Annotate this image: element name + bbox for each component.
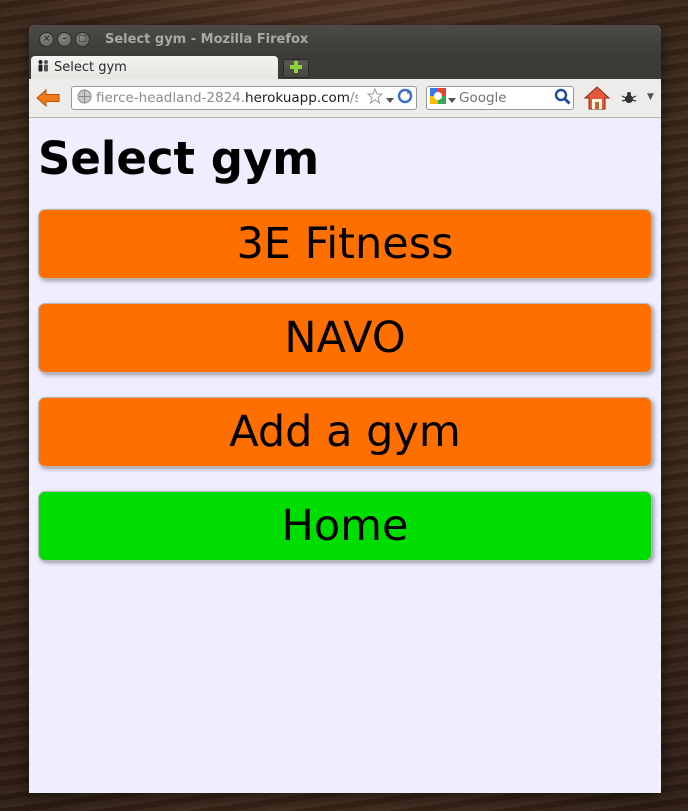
tab-label: Select gym	[54, 60, 127, 75]
globe-icon	[77, 89, 92, 108]
browser-window: × – □ Select gym - Mozilla Firefox Selec…	[29, 25, 661, 793]
url-path: /s	[349, 90, 358, 106]
tab-strip: Select gym	[29, 55, 661, 79]
bookmark-star-icon[interactable]	[366, 87, 384, 108]
new-tab-button[interactable]	[283, 59, 309, 78]
search-bar[interactable]	[426, 86, 574, 110]
reload-icon[interactable]	[397, 88, 413, 108]
people-favicon-icon	[36, 58, 50, 77]
engine-dropdown-icon	[448, 89, 456, 108]
google-icon	[430, 88, 446, 108]
gym-button-3e-fitness[interactable]: 3E Fitness	[38, 209, 652, 279]
navigation-toolbar: fierce-headland-2824.herokuapp.com/s	[29, 79, 661, 118]
toolbar-menu-chevron-icon[interactable]: ▼	[647, 92, 654, 102]
maximize-window-button[interactable]: □	[75, 32, 90, 47]
home-icon	[583, 86, 611, 115]
plus-icon	[289, 59, 303, 78]
history-dropdown-icon[interactable]	[386, 89, 394, 108]
page-content: Select gym 3E Fitness NAVO Add a gym Hom…	[29, 119, 661, 793]
addon-bug-icon	[620, 90, 638, 109]
addon-button[interactable]	[620, 90, 638, 109]
url-bar[interactable]: fierce-headland-2824.herokuapp.com/s	[71, 86, 417, 110]
window-controls: × – □	[39, 32, 90, 47]
back-arrow-icon	[35, 88, 61, 112]
url-host: herokuapp.com	[245, 90, 350, 106]
titlebar[interactable]: × – □ Select gym - Mozilla Firefox	[29, 25, 661, 55]
minimize-window-button[interactable]: –	[57, 32, 72, 47]
add-gym-button[interactable]: Add a gym	[38, 397, 652, 467]
page-title: Select gym	[38, 132, 320, 185]
tab-select-gym[interactable]: Select gym	[31, 56, 278, 79]
close-window-button[interactable]: ×	[39, 32, 54, 47]
url-text[interactable]: fierce-headland-2824.herokuapp.com/s	[96, 90, 358, 106]
window-title: Select gym - Mozilla Firefox	[105, 32, 309, 47]
url-subdomain: fierce-headland-2824.	[96, 90, 246, 106]
magnifier-icon[interactable]	[554, 88, 571, 109]
url-bar-icons	[366, 87, 416, 108]
back-button[interactable]	[35, 88, 61, 112]
gym-button-navo[interactable]: NAVO	[38, 303, 652, 373]
search-input[interactable]	[459, 90, 551, 106]
search-engine-selector[interactable]	[430, 88, 456, 108]
home-link-button[interactable]: Home	[38, 491, 652, 561]
home-button[interactable]	[583, 85, 611, 115]
